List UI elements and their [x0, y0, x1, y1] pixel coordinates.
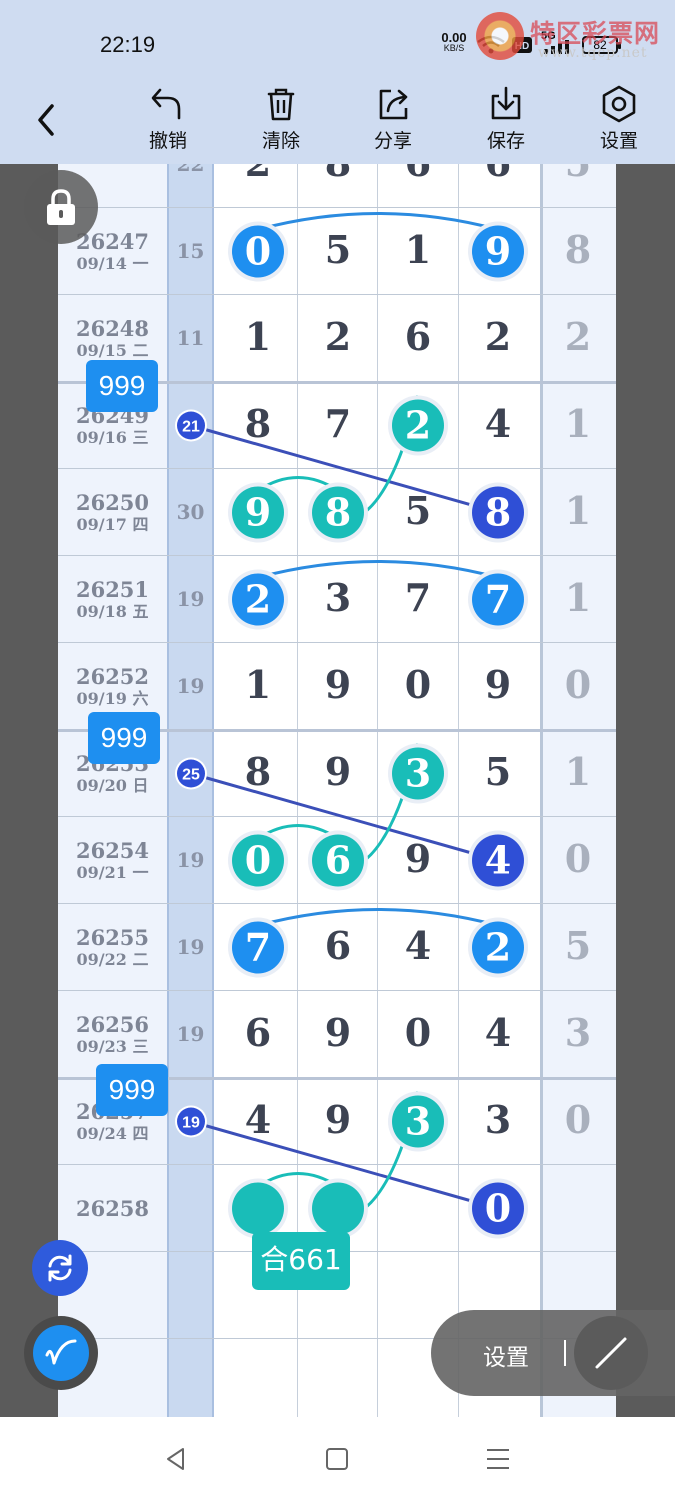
- back-icon: [38, 104, 54, 136]
- badge-999[interactable]: 999: [86, 360, 158, 412]
- ball-digit: 7: [485, 577, 511, 622]
- watermark-url: www.tqcp.net: [538, 45, 648, 61]
- drawing-overlay: 21 25 19 0 9 2 9 8 8 2 7 3 0 6 4 7 2 3 0: [175, 212, 528, 1239]
- nav-home-icon: [326, 1448, 348, 1470]
- connector-arc: [257, 212, 499, 231]
- net-speed-value: 0.00: [441, 30, 467, 45]
- nav-home-button[interactable]: [317, 1441, 357, 1477]
- net-speed: 0.00 KB/S: [437, 30, 471, 54]
- undo-button[interactable]: 撤销: [133, 84, 203, 153]
- clock: 22:19: [100, 32, 156, 57]
- clear-label: 清除: [261, 130, 300, 152]
- back-button[interactable]: [26, 100, 66, 140]
- share-button[interactable]: 分享: [358, 84, 428, 153]
- trend-chart[interactable]: 09/13 日22286652624709/14 一15051982624809…: [58, 164, 616, 1417]
- system-nav-bar: [0, 1417, 675, 1500]
- refresh-icon: [48, 1254, 72, 1282]
- nav-menu-button[interactable]: [478, 1441, 518, 1477]
- toolbar: 撤销 清除 分享 保存 设置: [0, 82, 675, 164]
- share-icon: [379, 89, 408, 120]
- watermark-logo-icon: [476, 12, 524, 60]
- nav-menu-icon: [487, 1449, 509, 1469]
- pen-button[interactable]: [24, 1316, 98, 1390]
- nav-back-icon: [167, 1448, 184, 1470]
- refresh-button[interactable]: [32, 1240, 88, 1296]
- ball-marker: [232, 1182, 284, 1235]
- ball-digit: 6: [325, 838, 351, 883]
- connector-arc: [257, 560, 499, 579]
- sum-combo-badge[interactable]: 合661: [252, 1232, 350, 1290]
- connector-arc: [257, 908, 499, 927]
- settings-label: 设置: [599, 130, 638, 152]
- ball-marker: [312, 1182, 364, 1235]
- separator: [564, 1340, 566, 1366]
- ball-digit: 9: [245, 490, 271, 535]
- undo-label: 撤销: [148, 130, 187, 152]
- ball-digit: 2: [405, 403, 431, 448]
- ball-digit: 9: [485, 229, 511, 274]
- save-icon: [491, 86, 521, 120]
- nav-back-button[interactable]: [156, 1441, 196, 1477]
- badge-999[interactable]: 999: [96, 1064, 168, 1116]
- ball-digit: 3: [405, 1099, 431, 1144]
- drawing-settings-label[interactable]: 设置: [483, 1338, 529, 1372]
- sum-mark-label: 25: [182, 767, 200, 784]
- pen-icon: [45, 1339, 77, 1365]
- ball-digit: 8: [485, 490, 511, 535]
- save-label: 保存: [486, 130, 525, 152]
- settings-icon: [602, 85, 636, 123]
- ball-digit: 4: [485, 838, 511, 883]
- settings-button[interactable]: 设置: [584, 84, 654, 153]
- line-tool-icon: [595, 1337, 627, 1369]
- save-button[interactable]: 保存: [471, 84, 541, 153]
- badge-999[interactable]: 999: [88, 712, 160, 764]
- ball-digit: 2: [245, 577, 271, 622]
- ball-digit: 3: [405, 751, 431, 796]
- lock-button[interactable]: [24, 170, 98, 244]
- clear-button[interactable]: 清除: [246, 84, 316, 153]
- status-bar: 22:19 0.00 KB/S HD 5G 82 特区彩票网 www.tqcp.…: [0, 0, 675, 82]
- share-label: 分享: [373, 130, 412, 152]
- undo-icon: [151, 88, 181, 120]
- ball-digit: 0: [245, 838, 271, 883]
- lock-icon: [47, 189, 75, 225]
- pen-button-inner: [33, 1325, 89, 1381]
- ball-digit: 8: [325, 490, 351, 535]
- ball-digit: 2: [485, 925, 511, 970]
- ball-digit: 7: [245, 925, 271, 970]
- sum-mark-label: 19: [182, 1115, 200, 1132]
- line-tool-button[interactable]: [574, 1316, 648, 1390]
- trash-icon: [267, 88, 295, 121]
- sum-mark-label: 21: [182, 419, 200, 436]
- ball-digit: 0: [245, 229, 271, 274]
- ball-digit: 0: [485, 1186, 511, 1231]
